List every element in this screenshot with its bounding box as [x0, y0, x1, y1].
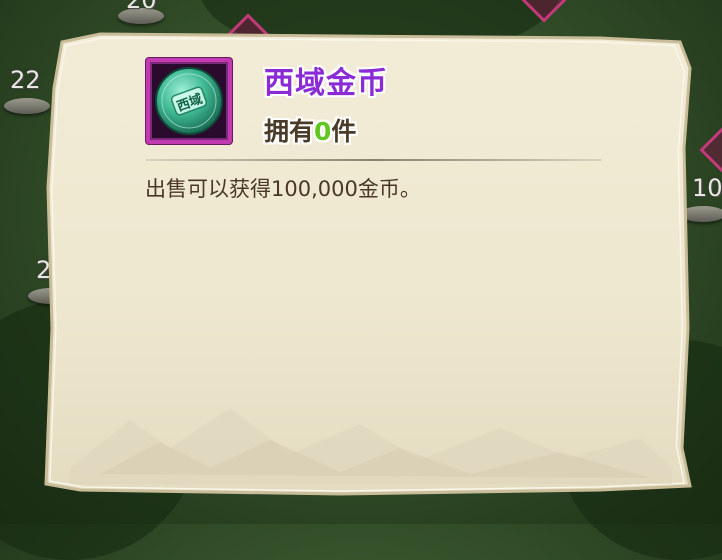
owned-count: 0	[314, 117, 332, 146]
map-gem-icon	[699, 127, 722, 173]
item-name: 西域金币	[264, 66, 388, 101]
item-description: 出售可以获得100,000金币。	[145, 177, 421, 201]
map-node-label: 22	[10, 66, 41, 94]
owned-prefix: 拥有	[264, 117, 315, 146]
owned-suffix: 件	[331, 117, 357, 146]
jade-coin-icon: 西域	[155, 67, 223, 135]
map-node-label: 20	[126, 0, 157, 14]
item-icon-frame: 西域	[146, 58, 232, 144]
divider	[146, 159, 602, 161]
owned-count-line: 拥有0件	[264, 112, 356, 148]
